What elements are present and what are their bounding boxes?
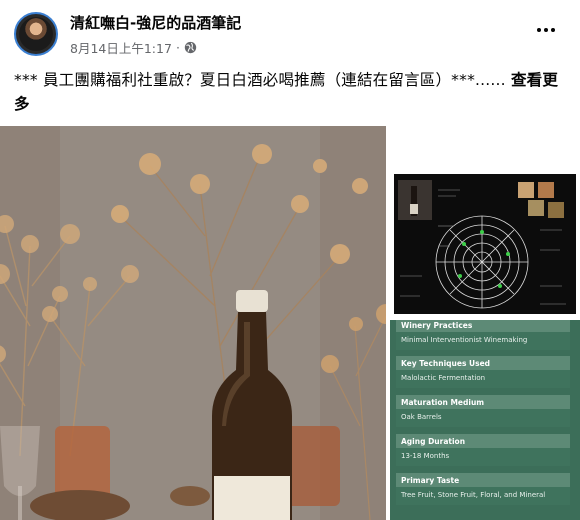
- tasting-wheel-image: [394, 174, 576, 314]
- info-label: Winery Practices: [396, 320, 570, 332]
- more-options-icon[interactable]: [534, 20, 558, 40]
- post-photo-tasting-chart[interactable]: [390, 126, 580, 320]
- info-row-winery-practices: Winery Practices Minimal Interventionist…: [396, 320, 570, 350]
- wine-bottle-photo: [0, 126, 386, 520]
- info-row-key-techniques: Key Techniques Used Malolactic Fermentat…: [396, 356, 570, 388]
- info-value: Minimal Interventionist Winemaking: [396, 332, 570, 350]
- info-value: 13-18 Months: [396, 448, 570, 466]
- page-name[interactable]: 清紅嘸白-強尼的品酒筆記: [70, 12, 241, 33]
- info-row-aging-duration: Aging Duration 13-18 Months: [396, 434, 570, 466]
- info-label: Maturation Medium: [396, 395, 570, 409]
- avatar-image: [19, 17, 53, 51]
- info-value: Malolactic Fermentation: [396, 370, 570, 388]
- meta-separator: ·: [175, 40, 180, 55]
- post-message: *** 員工團購福利社重啟？夏日白酒必喝推薦（連結在留言區）***......: [14, 71, 506, 89]
- post-text: *** 員工團購福利社重啟？夏日白酒必喝推薦（連結在留言區）***...... …: [14, 68, 566, 116]
- page-avatar[interactable]: [14, 12, 58, 56]
- info-label: Aging Duration: [396, 434, 570, 448]
- post-date[interactable]: 8月14日上午1:17: [70, 38, 172, 57]
- post-header: 清紅嘸白-強尼的品酒筆記 8月14日上午1:17 ·: [0, 0, 580, 62]
- globe-icon: [184, 41, 197, 54]
- info-value: Oak Barrels: [396, 409, 570, 427]
- info-value: Tree Fruit, Stone Fruit, Floral, and Min…: [396, 487, 570, 505]
- info-label: Key Techniques Used: [396, 356, 570, 370]
- post-photo-wine-info[interactable]: Winery Practices Minimal Interventionist…: [390, 320, 580, 520]
- post-meta: 8月14日上午1:17 ·: [70, 38, 197, 57]
- info-row-primary-taste: Primary Taste Tree Fruit, Stone Fruit, F…: [396, 473, 570, 505]
- post-photo-main[interactable]: [0, 126, 386, 520]
- info-label: Primary Taste: [396, 473, 570, 487]
- info-row-maturation-medium: Maturation Medium Oak Barrels: [396, 395, 570, 427]
